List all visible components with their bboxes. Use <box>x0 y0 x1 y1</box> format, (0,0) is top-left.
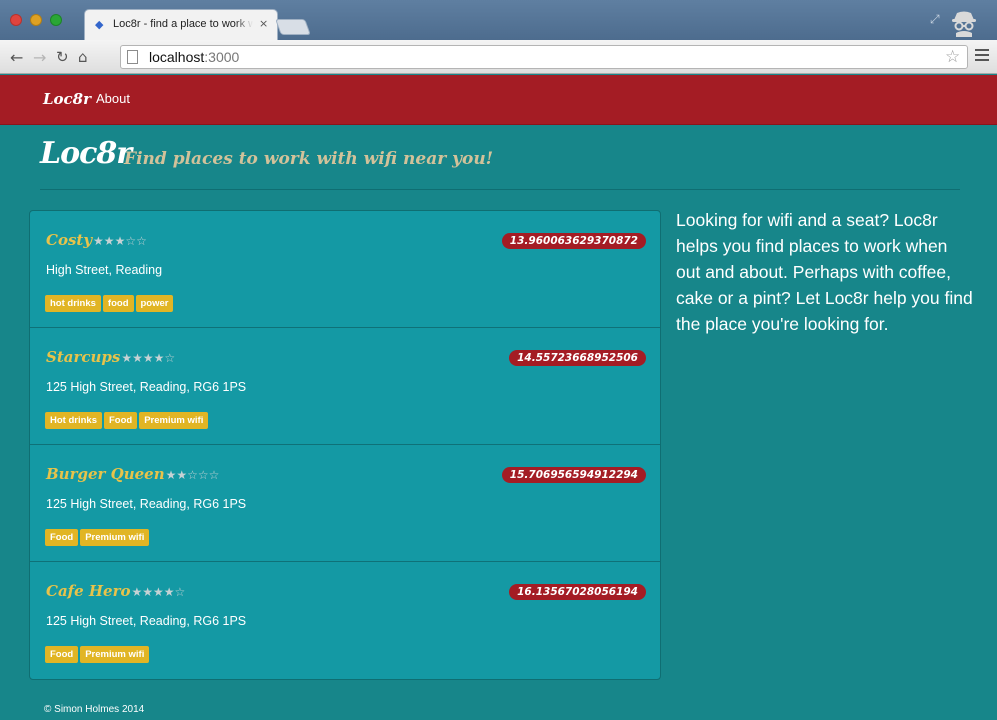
browser-tabstrip: ◆ Loc8r - find a place to work with wifi… <box>0 0 997 40</box>
facility-badge: Premium wifi <box>80 529 150 546</box>
fullscreen-icon[interactable]: ⤢ <box>930 12 940 27</box>
page-header: Loc8r Find places to work with wifi near… <box>40 132 960 190</box>
facility-list: hot drinks food power <box>45 291 175 312</box>
facility-badge: power <box>135 295 174 312</box>
location-address: 125 High Street, Reading, RG6 1PS <box>46 497 247 511</box>
location-list: Costy★★★☆☆ 13.960063629370872 High Stree… <box>29 210 661 680</box>
page-icon <box>127 50 138 64</box>
url-host: localhost <box>149 49 205 65</box>
facility-badge: hot drinks <box>45 295 101 312</box>
location-name[interactable]: Starcups★★★★☆ <box>46 348 175 366</box>
app-navbar: Loc8r About <box>0 75 997 125</box>
facility-badge: Premium wifi <box>80 646 150 663</box>
location-address: 125 High Street, Reading, RG6 1PS <box>46 380 247 394</box>
location-name[interactable]: Burger Queen★★☆☆☆ <box>46 465 219 483</box>
window-maximize-button[interactable] <box>50 14 62 26</box>
address-bar[interactable]: localhost:3000 ☆ <box>120 45 968 69</box>
rating-stars-icon: ★★★☆☆ <box>93 234 147 248</box>
location-item: Starcups★★★★☆ 14.55723668952506 125 High… <box>30 328 660 445</box>
facility-badge: Food <box>45 646 79 663</box>
browser-toolbar: ← → ↻ ⌂ localhost:3000 ☆ <box>0 40 997 74</box>
facility-list: Food Premium wifi <box>45 642 151 663</box>
facility-badge: Hot drinks <box>45 412 102 429</box>
window-close-button[interactable] <box>10 14 22 26</box>
location-item: Cafe Hero★★★★☆ 16.13567028056194 125 Hig… <box>30 562 660 679</box>
location-item: Costy★★★☆☆ 13.960063629370872 High Stree… <box>30 211 660 328</box>
distance-badge: 14.55723668952506 <box>509 350 646 366</box>
location-address: High Street, Reading <box>46 263 163 277</box>
bookmark-star-icon[interactable]: ☆ <box>945 47 960 67</box>
location-name[interactable]: Costy★★★☆☆ <box>46 231 147 249</box>
facility-badge: Food <box>103 412 138 429</box>
location-item: Burger Queen★★☆☆☆ 15.706956594912294 125… <box>30 445 660 562</box>
favicon-icon: ◆ <box>95 18 104 31</box>
page-tagline: Find places to work with wifi near you! <box>124 149 494 169</box>
location-address: 125 High Street, Reading, RG6 1PS <box>46 614 247 628</box>
rating-stars-icon: ★★☆☆☆ <box>165 468 220 482</box>
location-name-text[interactable]: Costy <box>46 231 92 249</box>
nav-link-about[interactable]: About <box>96 91 130 106</box>
distance-badge: 16.13567028056194 <box>509 584 646 600</box>
distance-badge: 13.960063629370872 <box>501 233 646 249</box>
facility-list: Hot drinks Food Premium wifi <box>45 408 210 429</box>
page-title: Loc8r <box>40 136 132 171</box>
facility-badge: Food <box>45 529 79 546</box>
location-name-text[interactable]: Cafe Hero <box>46 582 131 600</box>
incognito-icon <box>952 11 976 37</box>
location-name[interactable]: Cafe Hero★★★★☆ <box>46 582 185 600</box>
home-icon[interactable]: ⌂ <box>78 48 88 66</box>
reload-icon[interactable]: ↻ <box>56 48 69 66</box>
facility-badge: Premium wifi <box>139 412 209 429</box>
facility-badge: food <box>102 295 134 312</box>
tab-title: Loc8r - find a place to work with wifi <box>113 18 253 30</box>
rating-stars-icon: ★★★★☆ <box>131 585 186 599</box>
navbar-brand[interactable]: Loc8r <box>43 90 91 108</box>
location-name-text[interactable]: Starcups <box>46 348 120 366</box>
url-port: :3000 <box>204 49 240 65</box>
footer-copyright: © Simon Holmes 2014 <box>44 704 145 715</box>
new-tab-button[interactable] <box>275 19 311 35</box>
facility-list: Food Premium wifi <box>45 525 151 546</box>
browser-tab[interactable]: ◆ Loc8r - find a place to work with wifi… <box>84 9 278 40</box>
url-text[interactable]: localhost:3000 <box>149 49 239 65</box>
rating-stars-icon: ★★★★☆ <box>121 351 176 365</box>
forward-arrow-icon[interactable]: → <box>33 48 46 67</box>
tab-close-button[interactable]: × <box>259 17 268 30</box>
sidebar-intro-text: Looking for wifi and a seat? Loc8r helps… <box>676 210 973 334</box>
location-name-text[interactable]: Burger Queen <box>46 465 165 483</box>
distance-badge: 15.706956594912294 <box>501 467 646 483</box>
hamburger-menu-icon[interactable] <box>975 49 989 61</box>
window-minimize-button[interactable] <box>30 14 42 26</box>
back-arrow-icon[interactable]: ← <box>10 48 23 67</box>
